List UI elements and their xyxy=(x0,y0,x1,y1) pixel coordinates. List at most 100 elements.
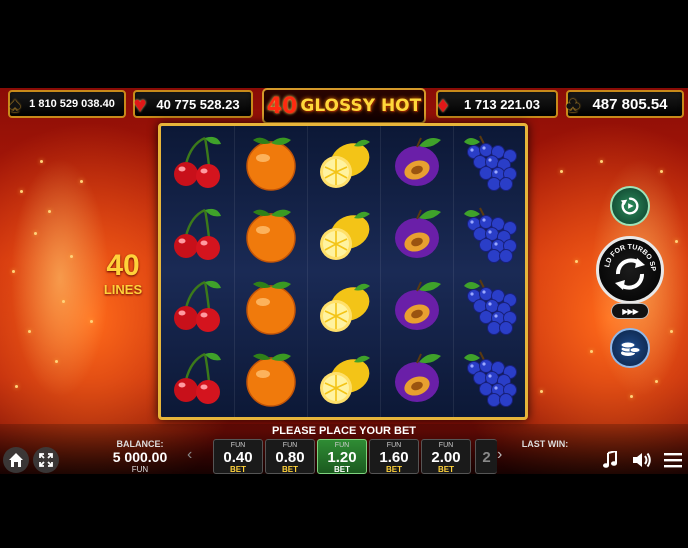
spark xyxy=(34,232,37,235)
fullscreen-button[interactable] xyxy=(33,447,59,473)
spark xyxy=(90,320,93,323)
lemon-icon xyxy=(314,348,374,408)
grapes-icon xyxy=(460,276,520,336)
svg-text:HOLD FOR TURBO SPIN: HOLD FOR TURBO SPIN xyxy=(597,237,656,272)
bet-amount: 0.40 xyxy=(223,449,253,466)
game-logo: 40 GLOSSY HOT xyxy=(262,88,426,124)
bet-option-1.60[interactable]: FUN 1.60 BET xyxy=(369,439,419,474)
plum-icon xyxy=(387,204,447,264)
spark xyxy=(80,180,83,183)
spin-hold-label: HOLD FOR TURBO SPIN xyxy=(597,237,656,272)
spade-icon: ♠ xyxy=(9,92,21,117)
last-win-label: LAST WIN: xyxy=(521,439,569,449)
jackpot-heart-value: 40 775 528.23 xyxy=(156,96,240,112)
orange-icon xyxy=(241,348,301,408)
spin-icon: HOLD FOR TURBO SPIN xyxy=(597,237,656,290)
grapes-icon xyxy=(460,132,520,192)
spark xyxy=(62,300,65,303)
spark xyxy=(600,160,603,163)
reel-4 xyxy=(380,126,452,417)
grapes-icon xyxy=(460,204,520,264)
cherry-icon xyxy=(167,276,227,336)
lines-count: 40 xyxy=(106,249,140,282)
music-button[interactable] xyxy=(598,449,622,471)
spark xyxy=(12,270,15,273)
jackpot-spade: ♠ 1 810 529 038.40 xyxy=(8,90,126,118)
bet-label: BET xyxy=(282,465,298,474)
logo-text: GLOSSY HOT xyxy=(300,96,422,116)
spark xyxy=(55,360,58,363)
bet-amount: 0.80 xyxy=(275,449,305,466)
orange-icon xyxy=(241,132,301,192)
home-button[interactable] xyxy=(3,447,29,473)
plum-icon xyxy=(387,348,447,408)
reels-grid xyxy=(158,123,528,420)
bet-partial-amount: 2 xyxy=(482,449,491,466)
bet-label: BET xyxy=(230,465,246,474)
spark xyxy=(20,190,23,193)
reel-1 xyxy=(161,126,233,417)
bet-option-2.00[interactable]: FUN 2.00 BET xyxy=(421,439,471,474)
jackpot-club: ♣ 487 805.54 xyxy=(566,90,684,118)
bet-option-partial[interactable]: 2 xyxy=(475,439,497,474)
cherry-icon xyxy=(167,204,227,264)
spark xyxy=(560,170,563,173)
bet-option-1.20[interactable]: FUN 1.20 BET xyxy=(317,439,367,474)
plum-icon xyxy=(387,276,447,336)
bet-option-0.80[interactable]: FUN 0.80 BET xyxy=(265,439,315,474)
bet-amount: 2.00 xyxy=(431,449,461,466)
heart-icon: ♥ xyxy=(133,92,147,117)
balance-label: BALANCE: xyxy=(116,439,164,449)
lines-label: LINES xyxy=(103,282,143,297)
sound-button[interactable] xyxy=(630,449,654,471)
autoplay-icon xyxy=(620,197,639,215)
spin-button[interactable]: HOLD FOR TURBO SPIN xyxy=(596,236,664,304)
lemon-icon xyxy=(314,204,374,264)
turbo-button[interactable]: ▶▶▶ xyxy=(611,303,649,319)
spark xyxy=(660,170,663,173)
spark xyxy=(28,330,31,333)
bet-label: BET xyxy=(334,465,350,474)
lemon-icon xyxy=(314,132,374,192)
bet-coins-button[interactable] xyxy=(610,328,650,368)
jackpot-heart: ♥ 40 775 528.23 xyxy=(133,90,253,118)
place-bet-message: PLEASE PLACE YOUR BET xyxy=(271,425,417,437)
lines-indicator: 40 LINES xyxy=(98,249,148,298)
jackpot-diamond-value: 1 713 221.03 xyxy=(464,96,540,112)
balance-value: 5 000.00 xyxy=(112,449,168,465)
spark xyxy=(655,380,658,383)
reel-3 xyxy=(307,126,379,417)
jackpot-spade-value: 1 810 529 038.40 xyxy=(29,98,115,110)
spark xyxy=(70,255,73,258)
spark xyxy=(15,385,18,388)
coins-icon xyxy=(620,341,641,356)
spark xyxy=(575,260,578,263)
reel-2 xyxy=(234,126,306,417)
jackpot-club-value: 487 805.54 xyxy=(592,95,668,113)
home-icon xyxy=(9,453,23,467)
spark xyxy=(630,395,633,398)
bet-label: BET xyxy=(386,465,402,474)
bet-option-0.40[interactable]: FUN 0.40 BET xyxy=(213,439,263,474)
spark xyxy=(540,390,543,393)
speaker-icon xyxy=(633,452,651,468)
bet-amount: 1.20 xyxy=(327,449,357,466)
bet-amount: 1.60 xyxy=(379,449,409,466)
menu-button[interactable] xyxy=(661,449,685,471)
grapes-icon xyxy=(460,348,520,408)
bet-prev-arrow[interactable]: ‹ xyxy=(187,446,192,464)
jackpot-diamond: ♦ 1 713 221.03 xyxy=(436,90,558,118)
reel-5 xyxy=(453,126,525,417)
cherry-icon xyxy=(167,132,227,192)
spark xyxy=(675,240,678,243)
music-icon xyxy=(603,451,617,468)
cherry-icon xyxy=(167,348,227,408)
fullscreen-icon xyxy=(39,453,53,467)
autoplay-button[interactable] xyxy=(610,186,650,226)
balance-display: BALANCE: 5 000.00 FUN xyxy=(100,439,180,474)
hamburger-menu-icon xyxy=(664,453,682,468)
bet-next-arrow[interactable]: › xyxy=(497,446,502,464)
spark xyxy=(590,350,593,353)
orange-icon xyxy=(241,276,301,336)
bet-label: BET xyxy=(438,465,454,474)
